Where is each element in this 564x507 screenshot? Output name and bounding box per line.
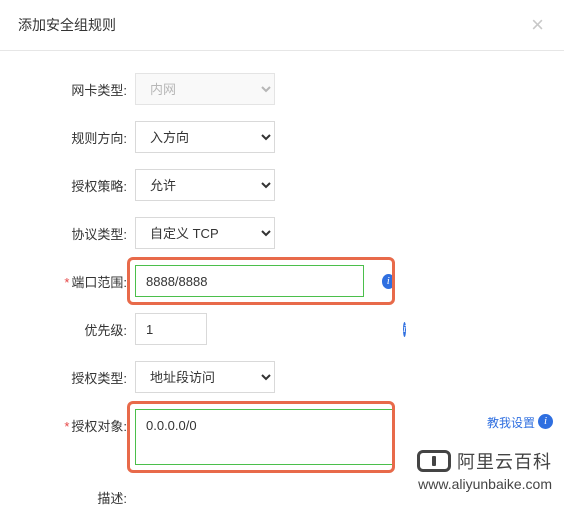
direction-select[interactable]: 入方向	[135, 121, 275, 153]
label-description: 描述:	[0, 481, 135, 507]
info-icon[interactable]: i	[382, 274, 395, 289]
row-auth-type: 授权类型: 地址段访问	[0, 361, 564, 393]
row-description: 描述:	[0, 481, 564, 507]
close-icon[interactable]: ×	[531, 14, 544, 36]
protocol-select[interactable]: 自定义 TCP	[135, 217, 275, 249]
required-star: *	[64, 419, 69, 434]
label-port-range: *端口范围:	[0, 265, 135, 291]
policy-select[interactable]: 允许	[135, 169, 275, 201]
label-auth-type: 授权类型:	[0, 361, 135, 387]
row-policy: 授权策略: 允许	[0, 169, 564, 201]
row-auth-object: *授权对象: 0.0.0.0/0 i 教我设置	[0, 409, 564, 465]
row-nic-type: 网卡类型: 内网	[0, 73, 564, 105]
label-nic-type: 网卡类型:	[0, 73, 135, 99]
info-icon[interactable]: i	[403, 322, 406, 337]
security-rule-form: 网卡类型: 内网 规则方向: 入方向 授权策略: 允许 协议类型: 自定义 TC…	[0, 51, 564, 507]
teach-me-link[interactable]: 教我设置	[487, 414, 535, 431]
nic-type-select[interactable]: 内网	[135, 73, 275, 105]
label-priority: 优先级:	[0, 313, 135, 339]
priority-input[interactable]	[135, 313, 207, 345]
label-policy: 授权策略:	[0, 169, 135, 195]
required-star: *	[64, 275, 69, 290]
row-direction: 规则方向: 入方向	[0, 121, 564, 153]
row-port-range: *端口范围: i	[0, 265, 564, 297]
port-range-input[interactable]	[135, 265, 364, 297]
row-priority: 优先级: i	[0, 313, 564, 345]
auth-type-select[interactable]: 地址段访问	[135, 361, 275, 393]
row-protocol: 协议类型: 自定义 TCP	[0, 217, 564, 249]
dialog-title: 添加安全组规则	[18, 15, 116, 35]
label-auth-object: *授权对象:	[0, 409, 135, 435]
info-icon[interactable]: i	[538, 414, 553, 429]
label-protocol: 协议类型:	[0, 217, 135, 243]
auth-object-input[interactable]: 0.0.0.0/0	[135, 409, 395, 465]
label-direction: 规则方向:	[0, 121, 135, 147]
dialog-header: 添加安全组规则 ×	[0, 0, 564, 51]
